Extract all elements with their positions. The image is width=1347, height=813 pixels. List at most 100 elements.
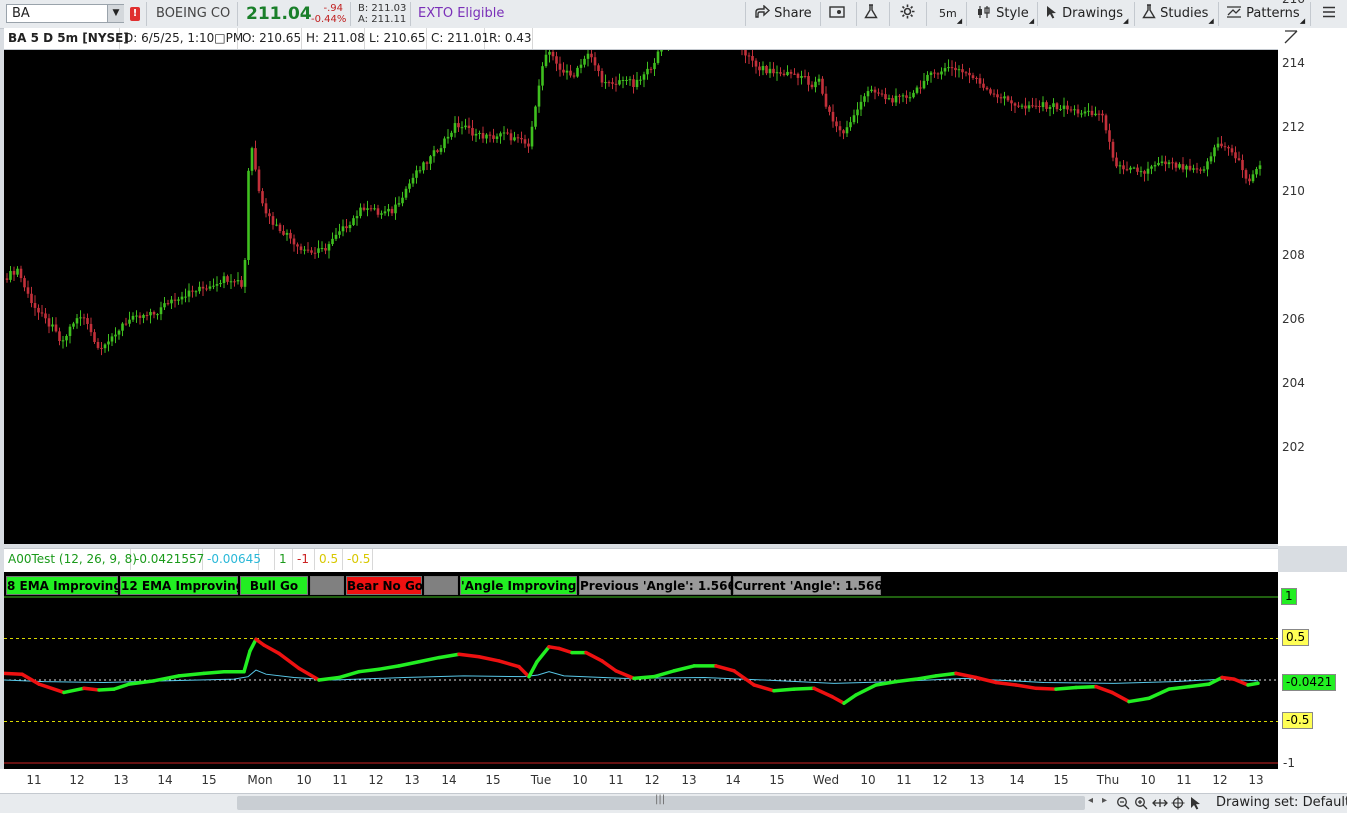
candle-body xyxy=(1139,171,1143,173)
candle-body xyxy=(646,68,649,75)
candle xyxy=(208,280,212,291)
candle-body xyxy=(1213,147,1216,157)
candle-body xyxy=(404,188,408,198)
candle xyxy=(264,198,268,218)
candle-body xyxy=(887,98,891,100)
label-bear-no-go: Bear No Go xyxy=(346,576,423,595)
oscillator-pane[interactable] xyxy=(4,572,1278,769)
time-tick-label: 15 xyxy=(1053,773,1069,787)
drawings-button[interactable]: Drawings◢ xyxy=(1046,0,1128,28)
candle xyxy=(551,50,555,61)
time-axis[interactable]: 11 12 13 14 15 Mon 10 11 12 13 14 15 Tue 10 11 12 13 14 15… xyxy=(0,769,1347,793)
chart-settings-button[interactable] xyxy=(829,0,845,28)
candle xyxy=(1076,104,1080,118)
price-chart-pane[interactable] xyxy=(4,50,1278,544)
candle xyxy=(741,50,743,56)
drawing-set-selector[interactable]: Drawing set: Default xyxy=(1216,795,1347,810)
time-tick-label: 10 xyxy=(296,773,312,787)
menu-button[interactable] xyxy=(1322,0,1336,28)
candle xyxy=(929,71,933,83)
candle-body xyxy=(1129,167,1132,170)
candle-body xyxy=(807,76,810,85)
candle xyxy=(166,299,170,306)
candle-body xyxy=(12,270,16,275)
scrollbar-thumb[interactable]: ||| xyxy=(237,794,1085,810)
candle-body xyxy=(901,95,905,97)
candle xyxy=(54,317,58,333)
candle xyxy=(520,131,523,144)
candle xyxy=(1080,109,1083,118)
oscillator-segment xyxy=(1207,675,1224,686)
studies-button[interactable]: Studies◢ xyxy=(1142,0,1214,28)
candle xyxy=(786,65,789,77)
candle-body xyxy=(299,246,303,251)
candle-body xyxy=(61,340,65,342)
style-button[interactable]: Style◢ xyxy=(976,0,1034,28)
candle xyxy=(1227,145,1230,156)
price-axis[interactable]: 216 214 212 210 208 206 204 202 xyxy=(1278,0,1347,546)
candle-body xyxy=(401,197,404,204)
symbol-dropdown-button[interactable]: ▼ xyxy=(107,5,124,22)
pan-horizontal-icon[interactable] xyxy=(1152,796,1168,810)
scroll-left-icon[interactable]: ◂ xyxy=(1088,795,1093,806)
flask-button[interactable] xyxy=(864,0,878,28)
time-tick-label: 13 xyxy=(969,773,985,787)
corner-dropdown-icon: ◢ xyxy=(1299,17,1306,25)
corner-dropdown-icon: ◢ xyxy=(1122,17,1129,25)
zoom-out-icon[interactable] xyxy=(1116,796,1130,810)
cursor-arrow-icon[interactable] xyxy=(1190,796,1202,810)
candle-body xyxy=(744,50,747,56)
candle-body xyxy=(653,62,656,70)
zoom-in-icon[interactable] xyxy=(1134,796,1148,810)
candle xyxy=(758,62,761,77)
candle xyxy=(1108,123,1111,150)
candle-body xyxy=(1244,170,1248,179)
studies-label: Studies xyxy=(1160,6,1209,21)
scroll-right-icon[interactable]: ▸ xyxy=(1102,795,1107,806)
candle xyxy=(772,62,775,77)
time-tick-label: 14 xyxy=(1009,773,1025,787)
candle xyxy=(775,65,779,81)
candle-body xyxy=(1073,109,1076,111)
study-name[interactable]: A00Test (12, 26, 9, 8) xyxy=(4,549,137,570)
timeframe-button[interactable]: 5m◢ xyxy=(939,0,962,28)
candle-body xyxy=(187,290,191,297)
candle xyxy=(296,242,299,255)
candle-body xyxy=(933,72,936,74)
settings-button[interactable] xyxy=(900,0,915,28)
candle xyxy=(1024,97,1027,116)
candle-body xyxy=(19,268,23,279)
oscillator-segment xyxy=(497,659,521,669)
candle-body xyxy=(194,291,198,293)
candle-body xyxy=(1255,168,1258,175)
candle-body xyxy=(72,323,75,327)
collapse-toggle-icon[interactable] xyxy=(1284,30,1298,44)
crosshair-icon[interactable] xyxy=(1171,796,1185,810)
oscillator-segment xyxy=(377,664,401,671)
candle-body xyxy=(849,122,852,128)
candle xyxy=(982,78,985,91)
candle-body xyxy=(922,80,926,89)
candle xyxy=(1220,136,1223,149)
candle-body xyxy=(492,135,495,139)
candle xyxy=(149,308,152,324)
share-button[interactable]: Share xyxy=(754,0,812,28)
candle-body xyxy=(1122,165,1125,170)
candle-body xyxy=(527,143,530,147)
exto-eligible-link[interactable]: EXTO Eligible xyxy=(418,6,504,21)
alert-badge[interactable]: ! xyxy=(130,7,140,21)
candle-body xyxy=(369,208,373,210)
candle xyxy=(1062,97,1066,117)
candle-body xyxy=(313,252,317,254)
oscillator-segment xyxy=(632,674,656,681)
candle xyxy=(359,203,362,219)
candle xyxy=(16,266,19,277)
candle xyxy=(593,52,597,72)
candle xyxy=(331,232,334,246)
candle xyxy=(446,129,450,144)
time-tick-label: 12 xyxy=(644,773,660,787)
oscillator-segment xyxy=(37,682,66,695)
candle-body xyxy=(212,285,215,287)
candle-body xyxy=(796,73,800,78)
oscillator-segment xyxy=(557,646,574,655)
